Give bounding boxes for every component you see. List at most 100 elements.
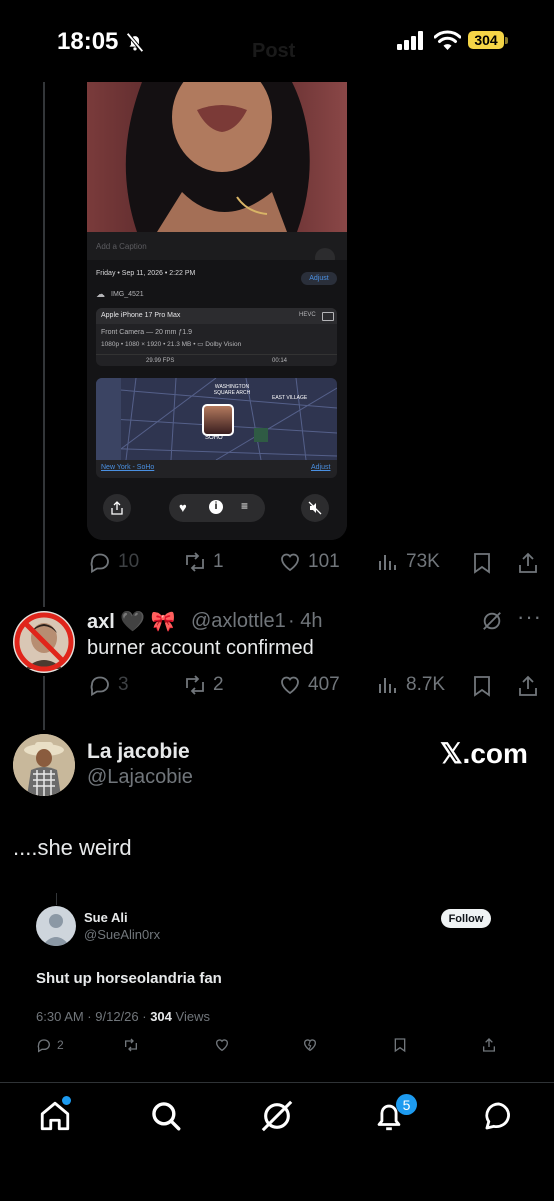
share-icon	[111, 501, 123, 515]
tab-search[interactable]	[149, 1099, 183, 1133]
tab-messages[interactable]	[482, 1099, 516, 1133]
map-photo-pin[interactable]	[202, 404, 234, 436]
inner-tweet-meta: 6:30 AM · 9/12/26 · 304 Views	[36, 1009, 210, 1024]
inner-dislike-icon[interactable]	[302, 1037, 318, 1053]
cellular-signal-icon	[397, 31, 423, 50]
repost-action[interactable]: 1	[183, 550, 224, 574]
inner-heart-icon[interactable]	[214, 1037, 230, 1053]
repost2-action[interactable]: 2	[183, 673, 224, 697]
cloud-icon: ☁	[96, 289, 105, 299]
wifi-icon	[434, 30, 461, 50]
heart-media-icon[interactable]: ♥	[179, 500, 187, 515]
quoted-avatar[interactable]	[13, 734, 75, 796]
reply-icon	[90, 676, 109, 697]
map-label-arch: WASHINGTON SQUARE ARCH	[213, 384, 251, 396]
inner-share-icon[interactable]	[481, 1037, 497, 1053]
like-action[interactable]: 101	[278, 550, 340, 574]
date-line: Friday • Sep 11, 2026 • 2:22 PM	[96, 270, 196, 277]
reply-author-handle[interactable]: @axlottle1	[191, 610, 286, 633]
default-avatar-icon	[42, 914, 70, 946]
location-link[interactable]: New York - SoHo	[101, 464, 154, 471]
quoted-author-name[interactable]: La jacobie	[87, 740, 190, 764]
camera-line: Front Camera — 20 mm ƒ1.9	[101, 329, 193, 336]
inner-tweet-views-label: Views	[175, 1009, 210, 1024]
heart-icon	[281, 676, 299, 695]
like-count: 101	[308, 551, 340, 572]
share-icon[interactable]	[516, 551, 540, 575]
like2-action[interactable]: 407	[278, 673, 340, 697]
map-label-soho: SOHO	[205, 435, 223, 441]
repost2-count: 2	[213, 674, 224, 695]
inner-bookmark-icon[interactable]	[392, 1037, 408, 1053]
caption-placeholder[interactable]: Add a Caption	[96, 242, 147, 251]
views2-action[interactable]: 8.7K	[376, 673, 445, 697]
inner-tweet-time: 6:30 AM · 9/12/26 ·	[36, 1009, 147, 1024]
sliders-media-icon[interactable]: ≡	[241, 499, 248, 513]
share-icon[interactable]	[516, 674, 540, 698]
grok-icon	[261, 1100, 293, 1132]
bookmark-icon[interactable]	[470, 551, 494, 575]
inner-author-handle[interactable]: @SueAlin0rx	[84, 927, 160, 942]
tab-grok[interactable]	[260, 1099, 294, 1133]
page-title-faint: Post	[252, 40, 296, 62]
follow-label: Follow	[448, 912, 484, 925]
reply-action[interactable]: 10	[88, 550, 139, 574]
reply-icon	[90, 553, 109, 574]
location-adjust[interactable]: Adjust	[311, 464, 330, 471]
specs-divider	[96, 354, 337, 355]
repost-icon	[186, 552, 204, 572]
quoted-author-handle[interactable]: @Lajacobie	[87, 766, 193, 789]
embedded-media-card[interactable]: Add a Caption Friday • Sep 11, 2026 • 2:…	[87, 82, 347, 540]
mute-media-button[interactable]	[301, 494, 329, 522]
status-bar: 18:05 Post 304	[0, 0, 554, 80]
search-icon	[152, 1102, 181, 1131]
heart-icon	[281, 553, 299, 572]
thread-line-top	[43, 82, 45, 607]
adjust-date-button[interactable]: Adjust	[301, 272, 337, 285]
views2-count: 8.7K	[406, 674, 446, 695]
inner-reply-action[interactable]: 2	[36, 1037, 64, 1053]
photo-subject	[125, 82, 310, 232]
battery-tip	[505, 37, 508, 44]
fps-value: 29.99 FPS	[146, 358, 175, 364]
no-symbol-avatar	[14, 612, 74, 672]
inner-tweet-views: 304	[150, 1009, 172, 1024]
avatar[interactable]	[13, 611, 75, 673]
reply-author-name[interactable]: axl 🖤 🎀	[87, 609, 176, 634]
grok-icon[interactable]	[481, 610, 503, 632]
views-action[interactable]: 73K	[376, 550, 440, 574]
more-options-icon[interactable]: ···	[517, 604, 542, 630]
share-media-button[interactable]	[103, 494, 131, 522]
info-media-icon[interactable]: i	[209, 500, 223, 514]
format-badge: HEVC	[299, 312, 316, 318]
file-name: IMG_4521	[111, 291, 144, 298]
repost-icon	[186, 675, 204, 695]
inner-tweet-text: Shut up horseolandria fan	[36, 970, 222, 987]
speaker-muted-icon	[308, 501, 322, 515]
views-chart-icon	[379, 555, 396, 570]
inner-avatar[interactable]	[36, 906, 76, 946]
battery-level: 304	[474, 32, 498, 48]
like2-count: 407	[308, 674, 340, 695]
inner-repost-icon[interactable]	[123, 1037, 139, 1053]
inner-thread-line	[56, 893, 57, 905]
bookmark-icon[interactable]	[470, 674, 494, 698]
silent-bell-icon	[126, 32, 144, 53]
video-specs: 1080p • 1080 × 1920 • 21.3 MB • ▭ Dolby …	[101, 341, 242, 348]
views-chart-icon	[379, 678, 396, 693]
video-icon	[322, 312, 334, 321]
duration-value: 00:14	[272, 358, 288, 364]
reply-icon	[37, 1039, 51, 1053]
reply2-action[interactable]: 3	[88, 673, 129, 697]
views-count: 73K	[406, 551, 440, 572]
inner-author-name[interactable]: Sue Ali	[84, 910, 128, 925]
device-name: Apple iPhone 17 Pro Max	[101, 312, 181, 319]
embedded-photo	[87, 82, 347, 232]
inner-reply-count: 2	[57, 1038, 64, 1052]
reply-text: burner account confirmed	[87, 637, 314, 659]
status-time: 18:05	[57, 28, 119, 55]
reply-count: 10	[118, 551, 140, 572]
battery-indicator: 304	[468, 31, 504, 49]
follow-button[interactable]: Follow	[441, 909, 491, 928]
map-label-east-village: EAST VILLAGE	[272, 395, 308, 401]
